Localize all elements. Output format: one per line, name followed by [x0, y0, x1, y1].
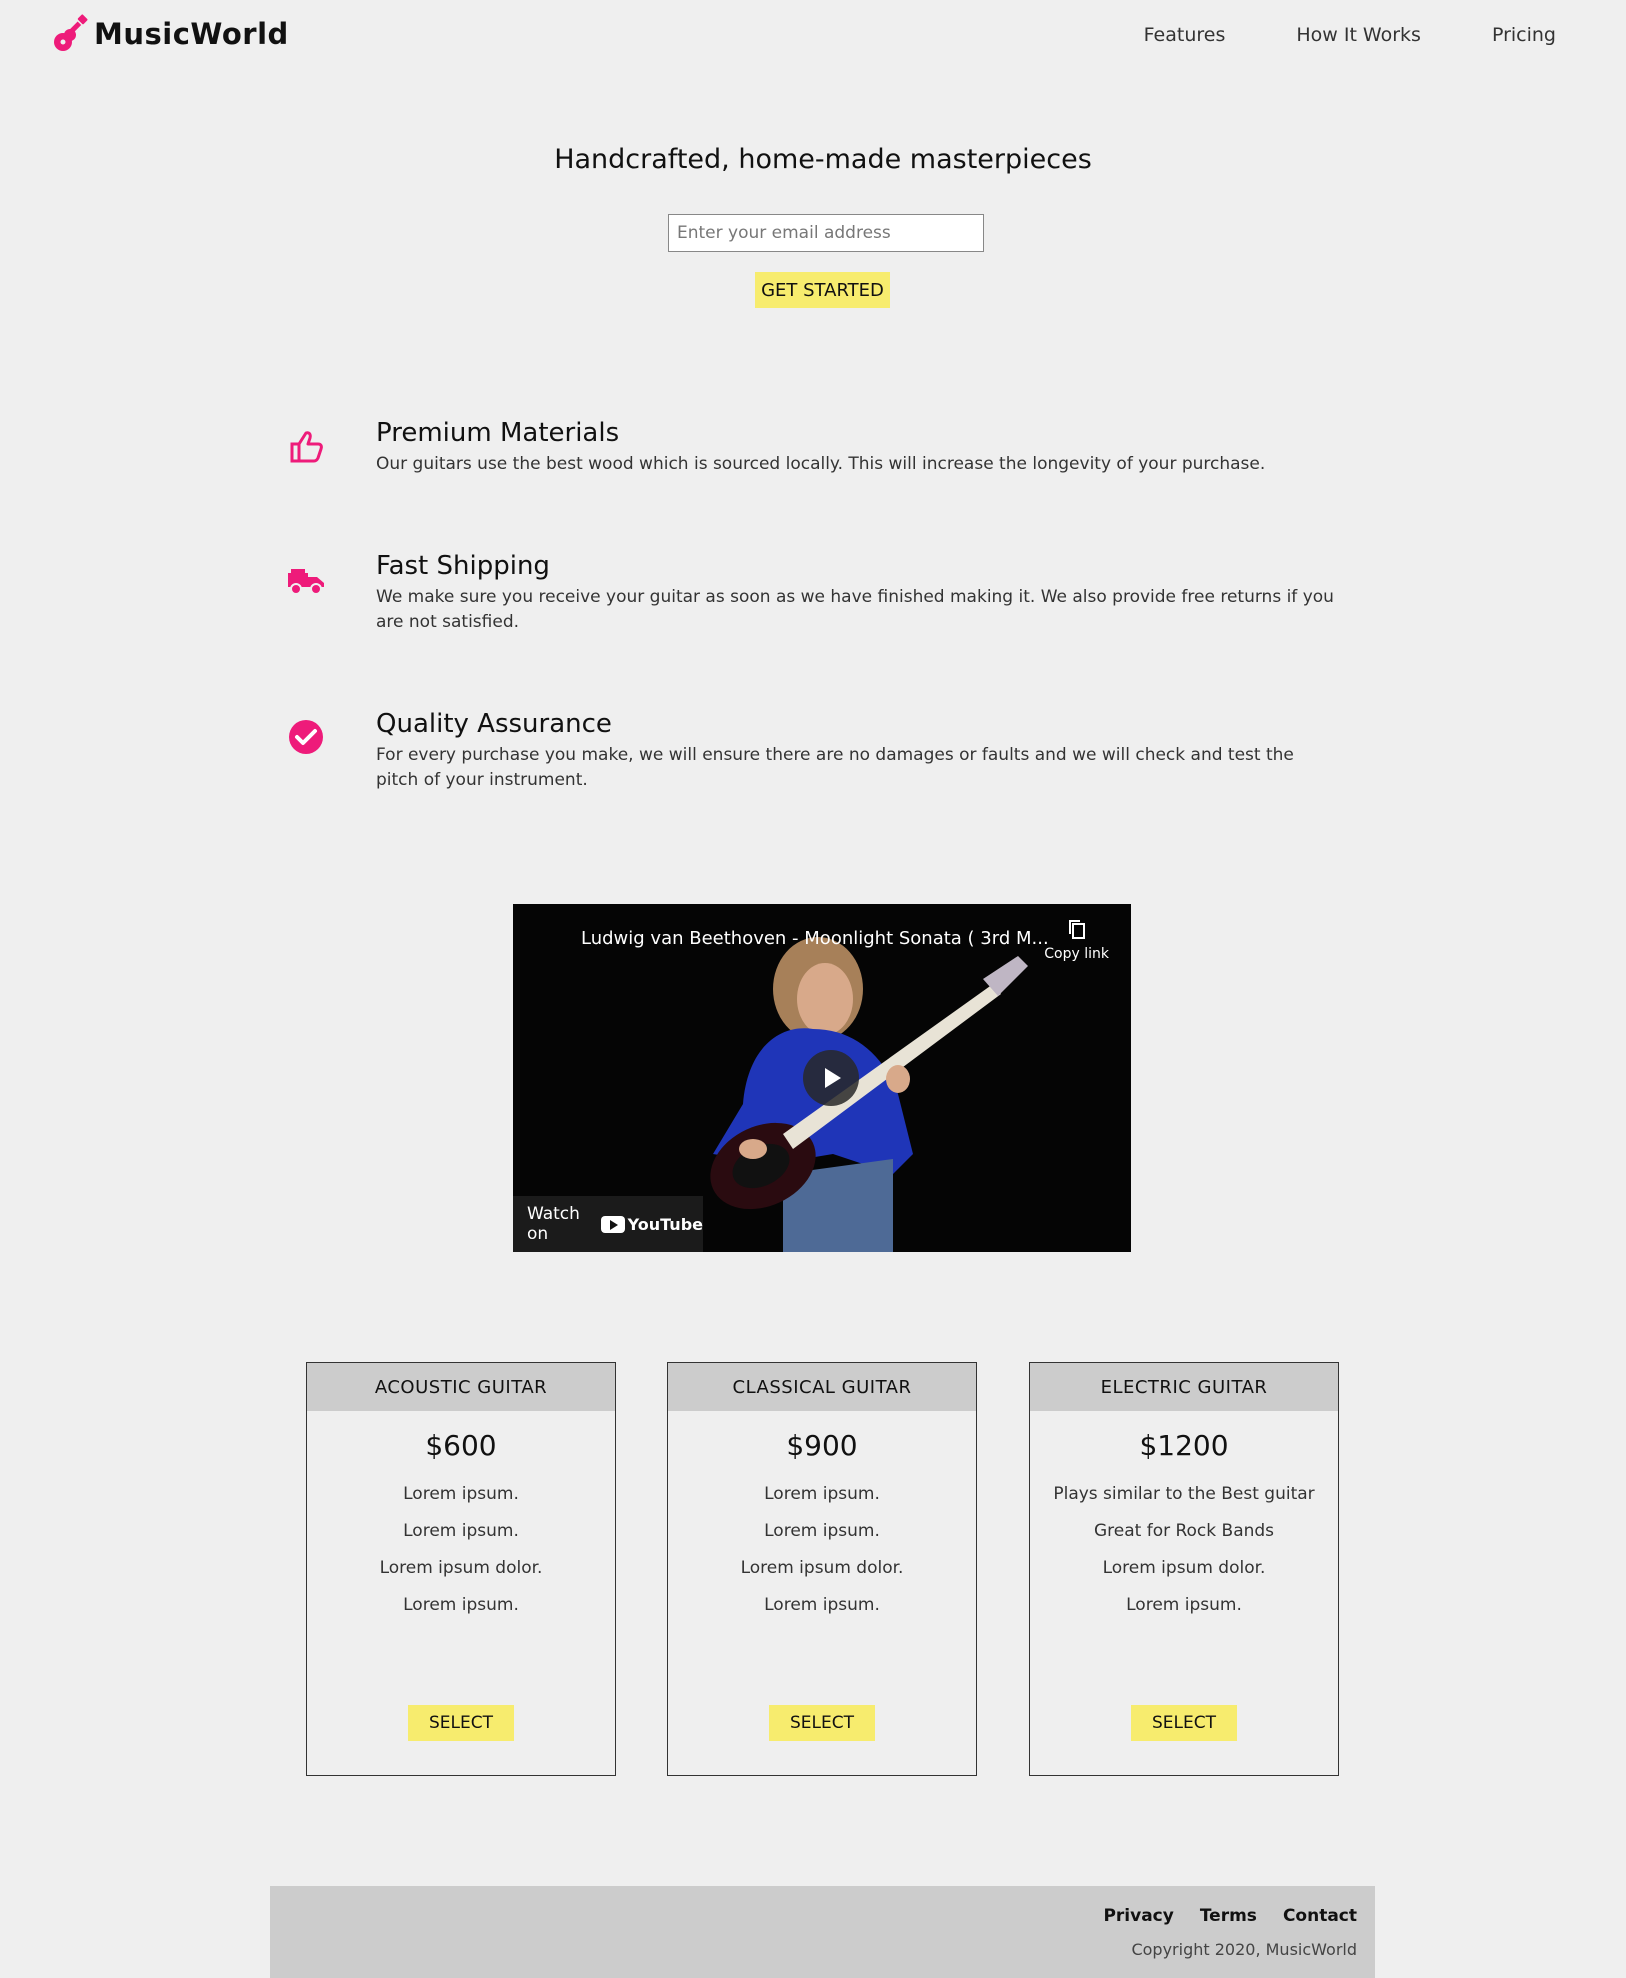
plan-price: $900 [786, 1429, 858, 1462]
logo-text: MusicWorld [94, 17, 289, 51]
feature-premium-materials: Premium Materials Our guitars use the be… [290, 418, 1336, 477]
footer-links: Privacy Terms Contact [1077, 1906, 1357, 1926]
feature-text: Our guitars use the best wood which is s… [376, 454, 1266, 474]
hero-title: Handcrafted, home-made masterpieces [554, 144, 1092, 175]
check-circle-icon [289, 720, 323, 754]
play-icon [825, 1068, 841, 1088]
plan-name: ACOUSTIC GUITAR [307, 1363, 615, 1411]
guitar-icon [54, 14, 88, 51]
nav-how-it-works[interactable]: How It Works [1296, 24, 1421, 46]
feature-title: Fast Shipping [376, 551, 550, 581]
truck-icon [288, 569, 324, 595]
feature-fast-shipping: Fast Shipping We make sure you receive y… [288, 551, 1336, 635]
video-title: Ludwig van Beethoven - Moonlight Sonata … [581, 928, 1049, 949]
feature-quality-assurance: Quality Assurance For every purchase you… [289, 709, 1336, 793]
footer-link-contact[interactable]: Contact [1283, 1906, 1357, 1926]
footer-link-privacy[interactable]: Privacy [1103, 1906, 1173, 1926]
pricing-card-acoustic: ACOUSTIC GUITAR $600 Lorem ipsum. Lorem … [306, 1362, 616, 1776]
feature-title: Premium Materials [376, 418, 620, 448]
youtube-play-icon [600, 1215, 625, 1233]
nav-pricing[interactable]: Pricing [1492, 24, 1556, 46]
main-nav: Features How It Works Pricing [1073, 24, 1556, 46]
copy-icon [1068, 920, 1085, 939]
pricing-card-electric: ELECTRIC GUITAR $1200 Plays similar to t… [1029, 1362, 1339, 1776]
list-item: Lorem ipsum. [764, 1484, 880, 1504]
watch-on-label: Watch on [527, 1204, 580, 1244]
select-button[interactable]: SELECT [1131, 1705, 1237, 1741]
plan-name: ELECTRIC GUITAR [1030, 1363, 1338, 1411]
list-item: Plays similar to the Best guitar [1053, 1484, 1315, 1504]
list-item: Lorem ipsum. [403, 1521, 519, 1541]
list-item: Lorem ipsum dolor. [379, 1558, 543, 1578]
get-started-button[interactable]: GET STARTED [755, 272, 890, 308]
plan-price: $600 [425, 1429, 497, 1462]
copy-link-label: Copy link [1044, 946, 1109, 962]
plan-name: CLASSICAL GUITAR [668, 1363, 976, 1411]
list-item: Lorem ipsum. [764, 1521, 880, 1541]
footer: Privacy Terms Contact Copyright 2020, Mu… [270, 1886, 1375, 1978]
footer-link-terms[interactable]: Terms [1200, 1906, 1257, 1926]
copy-link-button[interactable]: Copy link [1044, 918, 1109, 962]
youtube-label: YouTube [627, 1214, 703, 1234]
select-button[interactable]: SELECT [769, 1705, 875, 1741]
list-item: Lorem ipsum. [403, 1484, 519, 1504]
watch-on-youtube[interactable]: Watch on YouTube [513, 1196, 703, 1252]
email-input[interactable] [668, 214, 984, 252]
list-item: Lorem ipsum. [764, 1595, 880, 1615]
list-item: Lorem ipsum dolor. [1102, 1558, 1266, 1578]
plan-price: $1200 [1139, 1429, 1229, 1462]
youtube-logo: YouTube [600, 1214, 703, 1234]
list-item: Lorem ipsum dolor. [740, 1558, 904, 1578]
plan-features: Lorem ipsum. Lorem ipsum. Lorem ipsum do… [668, 1476, 976, 1624]
list-item: Lorem ipsum. [1126, 1595, 1242, 1615]
pricing-card-classical: CLASSICAL GUITAR $900 Lorem ipsum. Lorem… [667, 1362, 977, 1776]
plan-features: Lorem ipsum. Lorem ipsum. Lorem ipsum do… [307, 1476, 615, 1624]
logo[interactable]: MusicWorld [50, 14, 289, 54]
play-button[interactable] [803, 1050, 859, 1106]
thumbs-up-icon [290, 431, 323, 463]
youtube-video-embed[interactable]: Ludwig van Beethoven - Moonlight Sonata … [513, 904, 1131, 1252]
nav-features[interactable]: Features [1144, 24, 1226, 46]
feature-text: We make sure you receive your guitar as … [376, 587, 1334, 632]
list-item: Great for Rock Bands [1093, 1521, 1275, 1541]
plan-features: Plays similar to the Best guitar Great f… [1030, 1476, 1338, 1624]
feature-text: For every purchase you make, we will ens… [376, 745, 1294, 790]
list-item: Lorem ipsum. [403, 1595, 519, 1615]
copyright: Copyright 2020, MusicWorld [1131, 1940, 1357, 1959]
feature-title: Quality Assurance [376, 709, 612, 739]
select-button[interactable]: SELECT [408, 1705, 514, 1741]
